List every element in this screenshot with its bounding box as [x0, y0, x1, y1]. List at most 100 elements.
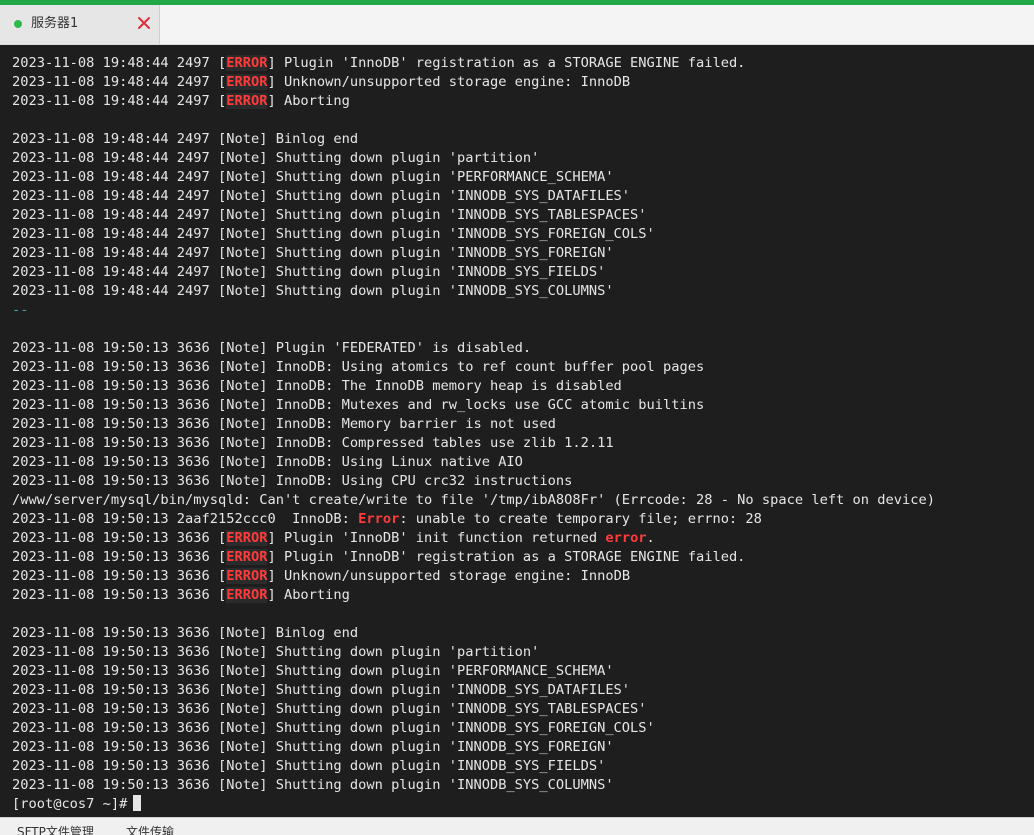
terminal-line: 2023-11-08 19:48:44 2497 [Note] Binlog e… [12, 130, 935, 149]
line-text: 2023-11-08 19:50:13 3636 [Note] Shutting… [12, 644, 540, 660]
terminal-line: 2023-11-08 19:48:44 2497 [ERROR] Plugin … [12, 54, 935, 73]
terminal-line: -- [12, 301, 935, 320]
line-text: 2023-11-08 19:48:44 2497 [ [12, 74, 227, 90]
status-dot-icon [14, 20, 22, 28]
session-tab-label: 服务器1 [31, 16, 79, 31]
line-text: 2023-11-08 19:48:44 2497 [Note] Shutting… [12, 283, 614, 299]
terminal-line: 2023-11-08 19:48:44 2497 [Note] Shutting… [12, 282, 935, 301]
terminal-line: 2023-11-08 19:50:13 2aaf2152ccc0 InnoDB:… [12, 510, 935, 529]
file-transfer-tab[interactable]: 文件传输 [126, 825, 174, 835]
terminal-line: 2023-11-08 19:48:44 2497 [Note] Shutting… [12, 263, 935, 282]
line-text: 2023-11-08 19:50:13 3636 [Note] Plugin '… [12, 340, 532, 356]
line-text: 2023-11-08 19:48:44 2497 [Note] Shutting… [12, 226, 655, 242]
sftp-file-manager-tab[interactable]: SFTP文件管理 [17, 825, 94, 835]
close-icon[interactable] [135, 14, 153, 32]
terminal-line: 2023-11-08 19:50:13 3636 [Note] Shutting… [12, 757, 935, 776]
terminal-line: 2023-11-08 19:50:13 3636 [ERROR] Unknown… [12, 567, 935, 586]
terminal-line: 2023-11-08 19:50:13 3636 [Note] InnoDB: … [12, 358, 935, 377]
line-text: ] Plugin 'InnoDB' registration as a STOR… [267, 55, 746, 71]
prompt-line[interactable]: [root@cos7 ~]# [12, 795, 935, 814]
line-text: 2023-11-08 19:50:13 3636 [Note] InnoDB: … [12, 378, 622, 394]
line-text: 2023-11-08 19:50:13 3636 [ [12, 568, 227, 584]
line-text: 2023-11-08 19:50:13 3636 [Note] InnoDB: … [12, 359, 705, 375]
line-text: 2023-11-08 19:50:13 3636 [Note] InnoDB: … [12, 435, 614, 451]
error-tag: ERROR [226, 530, 268, 546]
terminal-lines: 2023-11-08 19:48:44 2497 [ERROR] Plugin … [12, 54, 935, 814]
line-text: ] Aborting [267, 93, 350, 109]
session-tab-bar: 服务器1 [0, 5, 1034, 45]
terminal-line: 2023-11-08 19:48:44 2497 [ERROR] Abortin… [12, 92, 935, 111]
terminal-line: 2023-11-08 19:50:13 3636 [Note] Shutting… [12, 719, 935, 738]
line-text: 2023-11-08 19:50:13 2aaf2152ccc0 InnoDB: [12, 511, 359, 527]
line-text: 2023-11-08 19:48:44 2497 [Note] Shutting… [12, 150, 540, 166]
error-tag: ERROR [226, 74, 268, 90]
terminal-output[interactable]: 2023-11-08 19:48:44 2497 [ERROR] Plugin … [0, 45, 1034, 817]
terminal-line: 2023-11-08 19:50:13 3636 [Note] InnoDB: … [12, 453, 935, 472]
terminal-line: 2023-11-08 19:50:13 3636 [ERROR] Plugin … [12, 548, 935, 567]
line-text: 2023-11-08 19:48:44 2497 [Note] Shutting… [12, 245, 614, 261]
error-tag: ERROR [226, 93, 268, 109]
error-tag: ERROR [226, 549, 268, 565]
line-text: 2023-11-08 19:48:44 2497 [Note] Shutting… [12, 169, 614, 185]
terminal-line: 2023-11-08 19:50:13 3636 [Note] InnoDB: … [12, 415, 935, 434]
block-cursor-icon [133, 795, 142, 811]
line-text: 2023-11-08 19:50:13 3636 [Note] Shutting… [12, 701, 647, 717]
terminal-line: 2023-11-08 19:50:13 3636 [Note] Shutting… [12, 700, 935, 719]
line-text: 2023-11-08 19:50:13 3636 [Note] InnoDB: … [12, 454, 523, 470]
error-tag: ERROR [226, 568, 268, 584]
line-text: ] Plugin 'InnoDB' init function returned [267, 530, 606, 546]
line-text: 2023-11-08 19:50:13 3636 [ [12, 587, 227, 603]
session-tab[interactable]: 服务器1 [0, 5, 160, 44]
line-text: 2023-11-08 19:48:44 2497 [Note] Binlog e… [12, 131, 359, 147]
line-text: 2023-11-08 19:48:44 2497 [Note] Shutting… [12, 264, 606, 280]
terminal-line: 2023-11-08 19:50:13 3636 [ERROR] Abortin… [12, 586, 935, 605]
line-text: 2023-11-08 19:50:13 3636 [Note] Shutting… [12, 758, 606, 774]
line-text: 2023-11-08 19:48:44 2497 [ [12, 55, 227, 71]
shell-prompt: [root@cos7 ~]# [12, 796, 128, 812]
terminal-line: 2023-11-08 19:50:13 3636 [Note] Shutting… [12, 738, 935, 757]
line-text: : unable to create temporary file; errno… [399, 511, 762, 527]
terminal-line: 2023-11-08 19:48:44 2497 [Note] Shutting… [12, 244, 935, 263]
terminal-line: 2023-11-08 19:48:44 2497 [Note] Shutting… [12, 168, 935, 187]
line-text: 2023-11-08 19:50:13 3636 [Note] InnoDB: … [12, 397, 705, 413]
terminal-line: /www/server/mysql/bin/mysqld: Can't crea… [12, 491, 935, 510]
terminal-line: 2023-11-08 19:50:13 3636 [Note] Shutting… [12, 662, 935, 681]
error-tag: ERROR [226, 55, 268, 71]
terminal-line: 2023-11-08 19:48:44 2497 [Note] Shutting… [12, 225, 935, 244]
line-text: 2023-11-08 19:50:13 3636 [Note] Shutting… [12, 682, 631, 698]
terminal-line: 2023-11-08 19:50:13 3636 [Note] Shutting… [12, 776, 935, 795]
error-word: Error [358, 511, 400, 527]
line-text: ] Plugin 'InnoDB' registration as a STOR… [267, 549, 746, 565]
line-text: 2023-11-08 19:50:13 3636 [Note] InnoDB: … [12, 416, 556, 432]
line-text: ] Aborting [267, 587, 350, 603]
bottom-panel-tabs: SFTP文件管理 文件传输 [0, 817, 1034, 835]
line-text: 2023-11-08 19:48:44 2497 [Note] Shutting… [12, 207, 647, 223]
line-text: . [646, 530, 655, 546]
terminal-line: 2023-11-08 19:48:44 2497 [Note] Shutting… [12, 149, 935, 168]
terminal-line: 2023-11-08 19:48:44 2497 [Note] Shutting… [12, 206, 935, 225]
line-text: 2023-11-08 19:50:13 3636 [Note] Shutting… [12, 720, 655, 736]
terminal-line: 2023-11-08 19:50:13 3636 [Note] Shutting… [12, 681, 935, 700]
terminal-line: 2023-11-08 19:50:13 3636 [Note] Shutting… [12, 643, 935, 662]
line-text: 2023-11-08 19:50:13 3636 [Note] Shutting… [12, 777, 614, 793]
line-text: 2023-11-08 19:50:13 3636 [Note] Binlog e… [12, 625, 359, 641]
terminal-line: 2023-11-08 19:48:44 2497 [Note] Shutting… [12, 187, 935, 206]
line-text: 2023-11-08 19:50:13 3636 [Note] Shutting… [12, 739, 614, 755]
line-text: 2023-11-08 19:48:44 2497 [Note] Shutting… [12, 188, 631, 204]
terminal-line: 2023-11-08 19:50:13 3636 [ERROR] Plugin … [12, 529, 935, 548]
terminal-line: 2023-11-08 19:50:13 3636 [Note] InnoDB: … [12, 434, 935, 453]
line-text: 2023-11-08 19:50:13 3636 [ [12, 530, 227, 546]
terminal-line: 2023-11-08 19:50:13 3636 [Note] Binlog e… [12, 624, 935, 643]
ssh-client-window: 服务器1 2023-11-08 19:48:44 2497 [ERROR] Pl… [0, 0, 1034, 835]
line-text: ] Unknown/unsupported storage engine: In… [267, 74, 631, 90]
terminal-line: 2023-11-08 19:50:13 3636 [Note] Plugin '… [12, 339, 935, 358]
separator-text: -- [12, 302, 29, 318]
line-text: 2023-11-08 19:48:44 2497 [ [12, 93, 227, 109]
error-tag: ERROR [226, 587, 268, 603]
terminal-line: 2023-11-08 19:50:13 3636 [Note] InnoDB: … [12, 472, 935, 491]
terminal-line: 2023-11-08 19:50:13 3636 [Note] InnoDB: … [12, 396, 935, 415]
terminal-line: 2023-11-08 19:48:44 2497 [ERROR] Unknown… [12, 73, 935, 92]
